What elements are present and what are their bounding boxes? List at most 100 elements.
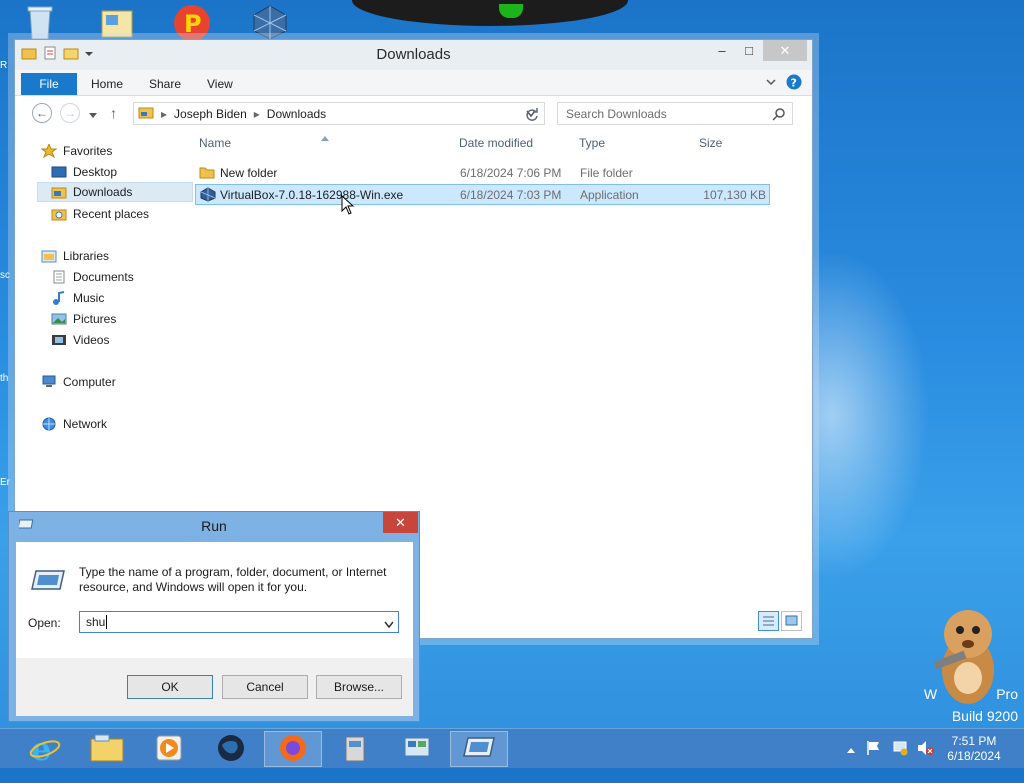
volume-muted-icon[interactable] [916,740,934,780]
close-button[interactable]: ✕ [763,40,807,61]
run-app-icon [30,568,66,597]
ribbon-expand-icon[interactable] [765,76,777,91]
firefox-icon [278,733,308,766]
nav-videos[interactable]: Videos [51,330,109,350]
column-header-date[interactable]: Date modified [459,136,533,150]
taskbar-run[interactable] [450,731,508,767]
navigation-bar: ← → ↑ ▸ Joseph Biden ▸ Downloads Search … [15,96,812,130]
taskbar-internet-explorer[interactable]: e [16,730,74,768]
file-name: VirtualBox-7.0.18-162988-Win.exe [220,188,404,202]
breadcrumb-downloads[interactable]: Downloads [267,107,326,121]
taskbar-globe-app[interactable] [202,731,260,767]
desktop-edge-label: sc [0,270,10,281]
refresh-icon[interactable] [525,107,539,124]
taskbar-file-explorer[interactable] [78,731,136,767]
run-command-input[interactable]: shu [79,611,399,633]
installer-icon [340,733,370,766]
up-button[interactable]: ↑ [110,105,117,121]
recycle-bin-icon[interactable] [20,3,60,41]
file-type: Application [580,188,639,202]
column-header-size[interactable]: Size [699,136,722,150]
address-bar[interactable]: ▸ Joseph Biden ▸ Downloads [133,102,545,125]
taskbar-installer[interactable] [326,731,384,767]
run-dialog-footer: OK Cancel Browse... [16,658,413,716]
sort-indicator-icon [321,130,329,144]
run-history-dropdown-icon[interactable] [384,618,394,632]
virtualbox-desktop-icon[interactable] [250,3,290,41]
desktop-icon [51,165,67,179]
nav-documents[interactable]: Documents [51,267,134,287]
taskbar-firefox[interactable] [264,731,322,767]
file-explorer-icon [90,733,124,766]
file-size: 107,130 KB [703,188,766,202]
forward-button[interactable]: → [60,103,80,123]
search-icon[interactable] [772,107,786,124]
network-icon [41,417,57,431]
network-tray-icon[interactable] [892,740,908,780]
run-icon [462,735,496,764]
nav-downloads[interactable]: Downloads [37,182,193,202]
run-close-button[interactable]: ✕ [383,512,418,533]
maximize-button[interactable]: □ [737,40,761,61]
folder-icon [199,165,215,182]
action-center-flag-icon[interactable] [866,740,882,780]
file-row-virtualbox[interactable]: VirtualBox-7.0.18-162988-Win.exe 6/18/20… [195,184,770,205]
nav-network[interactable]: Network [41,414,107,434]
browse-button[interactable]: Browse... [316,675,402,699]
nav-recent-places[interactable]: Recent places [51,204,149,224]
file-date: 6/18/2024 7:06 PM [460,166,562,180]
file-name: New folder [220,166,278,180]
back-button[interactable]: ← [32,103,52,123]
downloads-folder-icon [51,185,67,199]
videos-icon [51,333,67,347]
taskbar-control-panel[interactable] [388,731,446,767]
tab-file[interactable]: File [21,73,77,95]
column-header-type[interactable]: Type [579,136,605,150]
run-dialog[interactable]: Run ✕ Type the name of a program, folder… [8,511,420,722]
svg-text:?: ? [791,77,797,90]
system-clock[interactable]: 7:51 PM 6/18/2024 [938,734,1010,764]
nav-desktop[interactable]: Desktop [51,162,117,182]
ok-button[interactable]: OK [127,675,213,699]
explorer-titlebar[interactable]: Downloads – □ ✕ [15,40,812,70]
top-bar-overlay [352,0,628,26]
minimize-button[interactable]: – [710,40,734,61]
run-description: Type the name of a program, folder, docu… [79,565,387,594]
documents-icon [51,270,67,284]
svg-text:P: P [184,10,202,38]
nav-favorites[interactable]: Favorites [40,141,112,161]
taskbar-media-player[interactable] [140,731,198,767]
tab-home[interactable]: Home [79,73,135,95]
mouse-cursor-icon [341,194,355,218]
nav-computer[interactable]: Computer [41,372,116,392]
cancel-button[interactable]: Cancel [222,675,308,699]
music-icon [51,291,67,305]
libraries-icon [41,249,57,263]
breadcrumb-user[interactable]: Joseph Biden [174,107,247,121]
search-box[interactable]: Search Downloads [557,102,793,125]
nav-pictures[interactable]: Pictures [51,309,116,329]
address-folder-icon [138,105,154,122]
star-icon [40,142,58,159]
show-hidden-icons[interactable] [846,743,856,783]
details-view-icon[interactable] [758,611,779,631]
tab-view[interactable]: View [195,73,245,95]
tab-share[interactable]: Share [137,73,193,95]
run-dialog-body: Type the name of a program, folder, docu… [16,542,413,716]
window-title: Downloads [376,46,451,63]
pictures-icon [51,312,67,326]
navigation-pane: Favorites Desktop Downloads Recent place… [21,136,193,566]
recent-locations-icon[interactable] [88,109,98,123]
help-icon[interactable]: ? [786,74,802,93]
clock-date: 6/18/2024 [947,749,1001,763]
file-row-new-folder[interactable]: New folder 6/18/2024 7:06 PM File folder [195,163,770,184]
nav-music[interactable]: Music [51,288,104,308]
run-dialog-title: Run [201,518,227,534]
text-caret [106,615,108,629]
large-icons-view-icon[interactable] [781,611,802,631]
view-toggle [758,611,802,631]
nav-libraries[interactable]: Libraries [41,246,109,266]
column-header-name[interactable]: Name [199,136,231,150]
control-panel-icon[interactable] [98,3,138,41]
p-app-icon[interactable]: P [172,3,212,41]
